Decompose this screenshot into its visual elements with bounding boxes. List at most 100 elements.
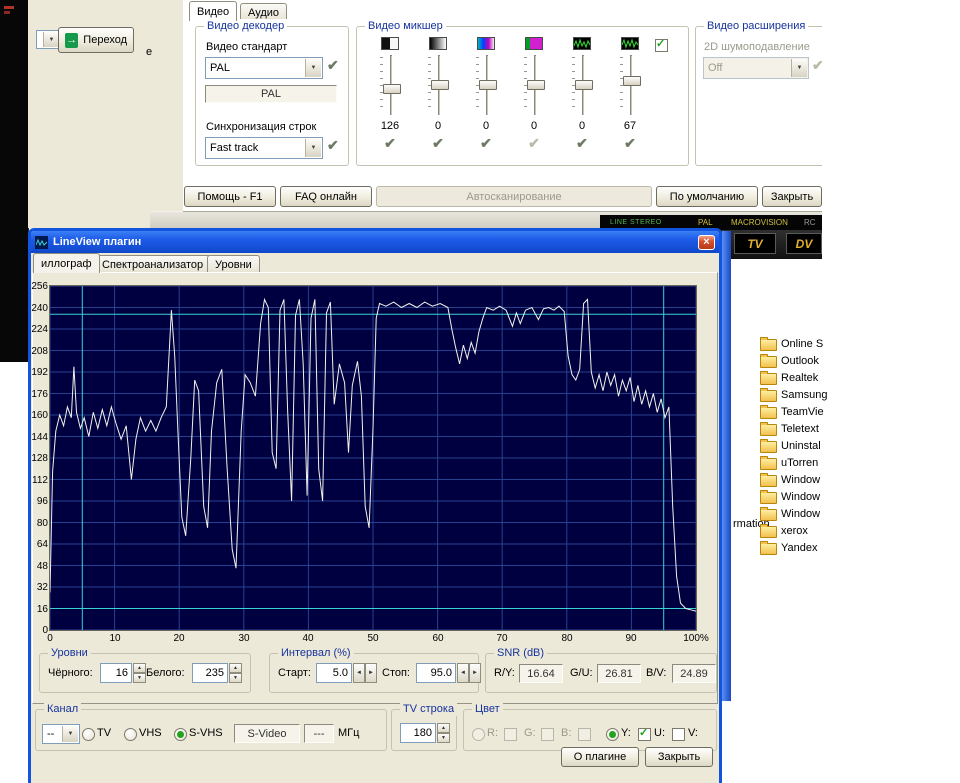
folder-icon	[760, 458, 777, 470]
slider-thumb[interactable]	[431, 80, 449, 90]
about-plugin-button[interactable]: О плагине	[561, 747, 639, 767]
folder-icon	[760, 492, 777, 504]
contrast-slider[interactable]	[426, 54, 450, 116]
hue-icon	[525, 37, 543, 50]
folder-item[interactable]: uTorren	[760, 454, 960, 471]
start-spinner[interactable]: 5.0 ◄►	[316, 663, 377, 683]
folder-list: Online SOutlookRealtek Samsung TeamVieTele…	[760, 335, 960, 556]
checkbox-b	[578, 728, 591, 741]
check-icon: ✔	[327, 138, 339, 152]
go-button[interactable]: → Переход	[58, 27, 134, 53]
black-level-label: Чёрного:	[48, 667, 93, 679]
pal-indicator: PAL	[698, 218, 713, 227]
slider-thumb[interactable]	[527, 80, 545, 90]
contrast-icon	[429, 37, 447, 50]
y-tick-label: 48	[37, 562, 48, 572]
chevron-down-icon[interactable]: ▼	[305, 59, 321, 77]
spin-left-icon[interactable]: ◄	[457, 663, 469, 683]
folder-item[interactable]: Online S	[760, 335, 960, 352]
stop-spinner[interactable]: 95.0 ◄►	[416, 663, 481, 683]
folder-icon	[760, 475, 777, 487]
tv-line-spinner[interactable]: 180 ▲▼	[400, 723, 450, 743]
video-standard-combobox[interactable]: PAL ▼	[205, 57, 323, 79]
radio-vhs[interactable]	[124, 728, 137, 741]
folder-item[interactable]: Yandex	[760, 539, 960, 556]
spin-up-icon[interactable]: ▲	[437, 723, 450, 733]
y-label: Y:	[621, 727, 631, 739]
mhz-label: МГц	[338, 727, 359, 739]
checkbox-v[interactable]	[672, 728, 685, 741]
folder-item[interactable]: TeamVie	[760, 403, 960, 420]
frequency-box: ---	[304, 724, 334, 743]
sharpness-icon	[573, 37, 591, 50]
folder-item[interactable]: xerox	[760, 522, 960, 539]
folder-label: Samsung	[781, 389, 827, 401]
slider-thumb[interactable]	[575, 80, 593, 90]
channel-combobox[interactable]: -- ▼	[42, 724, 80, 744]
folder-label: uTorren	[781, 457, 818, 469]
spin-right-icon[interactable]: ►	[469, 663, 481, 683]
tv-mode-button[interactable]: TV	[734, 233, 776, 254]
mixer-enable-checkbox[interactable]	[655, 39, 668, 52]
title-bar[interactable]: LineView плагин ×	[31, 231, 719, 253]
line-sync-combobox[interactable]: Fast track ▼	[205, 137, 323, 159]
y-tick-label: 96	[37, 497, 48, 507]
radio-yuv-mode[interactable]	[606, 728, 619, 741]
chevron-down-icon[interactable]: ▼	[43, 32, 59, 47]
radio-svhs[interactable]	[174, 728, 187, 741]
folder-item[interactable]: Window	[760, 471, 960, 488]
group-caption: TV строка	[400, 702, 457, 716]
group-caption: Интервал (%)	[278, 646, 354, 660]
spin-left-icon[interactable]: ◄	[353, 663, 365, 683]
slider-thumb[interactable]	[479, 80, 497, 90]
dvd-mode-button[interactable]: DV	[786, 233, 822, 254]
slider-thumb[interactable]	[623, 76, 641, 86]
hue-slider[interactable]	[522, 54, 546, 116]
close-window-button[interactable]: Закрыть	[645, 747, 713, 767]
chevron-down-icon[interactable]: ▼	[62, 726, 78, 742]
radio-tv[interactable]	[82, 728, 95, 741]
faq-button[interactable]: FAQ онлайн	[280, 186, 372, 207]
y-tick-label: 80	[37, 519, 48, 529]
sharpness-slider[interactable]	[570, 54, 594, 116]
folder-item[interactable]: Realtek	[760, 369, 960, 386]
spin-up-icon[interactable]: ▲	[229, 663, 242, 673]
chevron-down-icon[interactable]: ▼	[305, 139, 321, 157]
y-tick-label: 16	[37, 605, 48, 615]
spin-down-icon[interactable]: ▼	[437, 733, 450, 743]
white-level-spinner[interactable]: 235 ▲▼	[192, 663, 242, 683]
defaults-button[interactable]: По умолчанию	[656, 186, 758, 207]
noise-reduction-combobox[interactable]: Off ▼	[703, 57, 809, 79]
brightness-slider[interactable]	[378, 54, 402, 116]
help-button[interactable]: Помощь - F1	[184, 186, 276, 207]
gain-slider[interactable]	[618, 54, 642, 116]
group-caption: Видео расширения	[704, 19, 808, 33]
slider-thumb[interactable]	[383, 84, 401, 94]
folder-item[interactable]: Window	[760, 505, 960, 522]
spin-down-icon[interactable]: ▼	[229, 673, 242, 683]
saturation-slider[interactable]	[474, 54, 498, 116]
stray-text: е	[146, 46, 152, 58]
spin-right-icon[interactable]: ►	[365, 663, 377, 683]
checkbox-u[interactable]	[638, 728, 651, 741]
video-settings-panel: Видео Аудио Видео декодер Видео стандарт…	[183, 0, 822, 212]
r-label: R:	[487, 727, 498, 739]
black-level-spinner[interactable]: 16 ▲▼	[100, 663, 146, 683]
tab-video[interactable]: Видео	[189, 1, 237, 21]
tab-levels[interactable]: Уровни	[207, 255, 260, 273]
go-button-label: Переход	[83, 34, 127, 46]
close-icon[interactable]: ×	[698, 235, 715, 250]
folder-item[interactable]: Window	[760, 488, 960, 505]
check-icon: ✔	[432, 136, 444, 150]
spin-up-icon[interactable]: ▲	[133, 663, 146, 673]
tab-oscillograph[interactable]: иллограф	[33, 253, 100, 273]
snr-group: SNR (dB) R/Y: 16.64 G/U: 26.81 B/V: 24.8…	[485, 653, 717, 693]
svideo-box: S-Video	[234, 724, 300, 743]
folder-item[interactable]: Outlook	[760, 352, 960, 369]
close-panel-button[interactable]: Закрыть	[762, 186, 822, 207]
folder-item[interactable]: Samsung	[760, 386, 960, 403]
folder-item[interactable]: Uninstal	[760, 437, 960, 454]
spin-down-icon[interactable]: ▼	[133, 673, 146, 683]
tab-spectrum-analyzer[interactable]: Спектроанализатор	[94, 255, 211, 273]
folder-item[interactable]: Teletext	[760, 420, 960, 437]
